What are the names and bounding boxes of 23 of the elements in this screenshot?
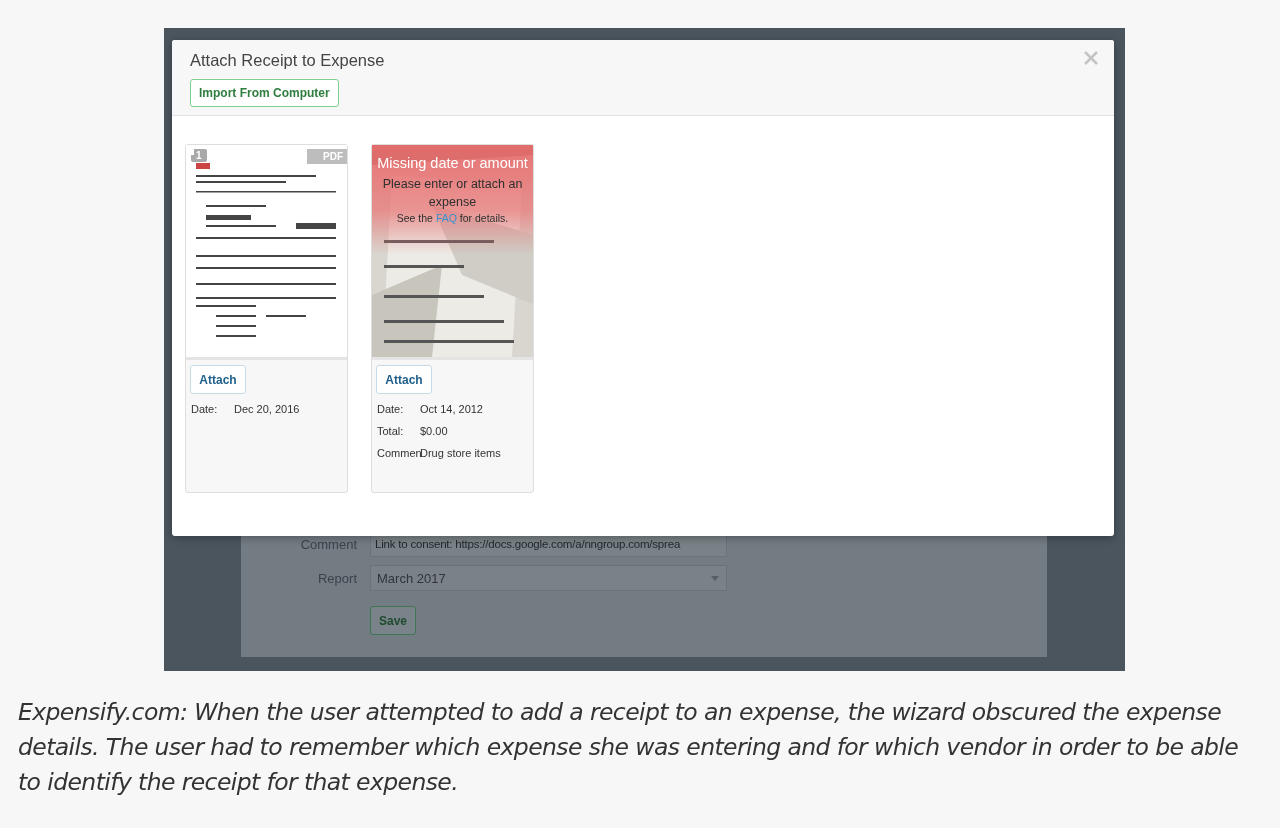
file-type-tag: PDF	[307, 149, 347, 164]
caret-icon	[711, 576, 719, 581]
field-label: Total:	[377, 425, 405, 438]
field-value: Drug store items	[420, 447, 501, 460]
warning-hint: See the FAQ for details.	[395, 212, 510, 224]
warning-title: Missing date or amount	[376, 155, 529, 171]
attach-button[interactable]: Attach	[376, 365, 432, 394]
field-value: Dec 20, 2016	[234, 403, 300, 416]
field-label: Commen	[377, 447, 420, 460]
caption: Expensify.com: When the user attempted to add a receipt to an expense, the wizard obscured the expense details. The user had to remember which expense she was entering and for which vendor in order to be able to identify the receipt for that expense.	[18, 697, 1240, 798]
field-value: $0.00	[420, 425, 448, 438]
field-value: Oct 14, 2012	[420, 403, 483, 416]
modal-title: Attach Receipt to Expense	[190, 51, 385, 70]
field-label: Date:	[377, 403, 405, 416]
field-label: Date:	[191, 403, 219, 416]
warning-message: Please enter or attach an expense	[382, 176, 523, 211]
attach-button[interactable]: Attach	[190, 365, 246, 394]
form-label: Comment	[299, 536, 357, 552]
import-button[interactable]: Import From Computer	[190, 79, 339, 107]
form-label: Report	[316, 570, 357, 586]
report-dropdown[interactable]: March 2017	[370, 565, 727, 591]
close-icon[interactable]	[1084, 51, 1098, 65]
save-button[interactable]: Save	[370, 606, 416, 635]
